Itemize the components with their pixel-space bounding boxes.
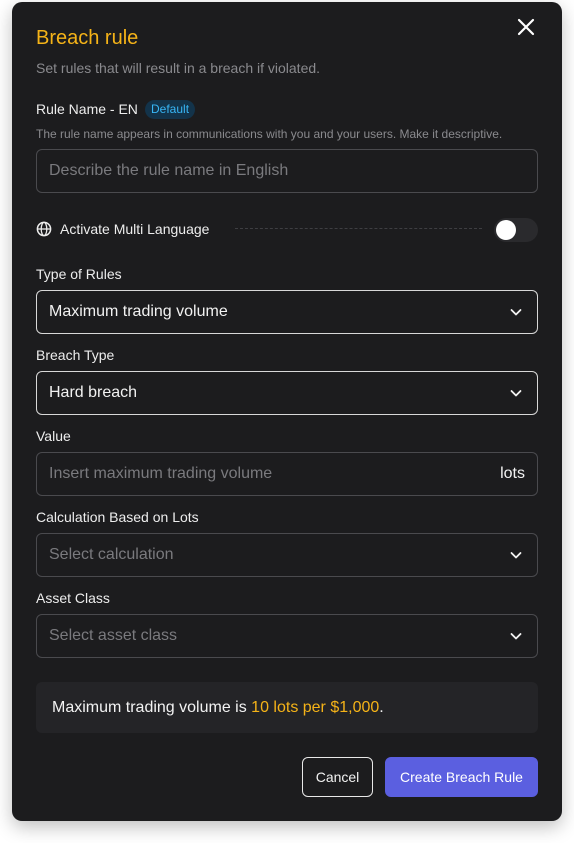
divider	[235, 228, 482, 229]
calculation-select[interactable]: Select calculation	[36, 533, 538, 577]
summary-suffix: .	[379, 699, 384, 716]
create-breach-rule-button[interactable]: Create Breach Rule	[385, 757, 538, 797]
value-placeholder: Insert maximum trading volume	[49, 465, 273, 482]
rule-name-label: Rule Name - EN	[36, 101, 138, 117]
summary-prefix: Maximum trading volume is	[52, 699, 252, 716]
asset-class-label: Asset Class	[36, 590, 110, 606]
multi-language-toggle[interactable]	[494, 218, 538, 242]
rule-name-hint: The rule name appears in communications …	[36, 127, 503, 141]
type-of-rules-select[interactable]: Maximum trading volume	[36, 290, 538, 334]
rule-summary: Maximum trading volume is 10 lots per $1…	[36, 682, 538, 733]
multi-language-label: Activate Multi Language	[60, 221, 210, 237]
value-input[interactable]: Insert maximum trading volume lots	[36, 452, 538, 496]
type-of-rules-label: Type of Rules	[36, 266, 122, 282]
rule-name-placeholder: Describe the rule name in English	[49, 162, 289, 179]
close-button[interactable]	[515, 16, 537, 38]
breach-type-select[interactable]: Hard breach	[36, 371, 538, 415]
calculation-placeholder: Select calculation	[49, 546, 174, 563]
cancel-button[interactable]: Cancel	[302, 757, 373, 797]
type-of-rules-value: Maximum trading volume	[49, 303, 228, 320]
rule-name-input[interactable]: Describe the rule name in English	[36, 149, 538, 193]
globe-icon	[36, 221, 52, 237]
summary-highlight: 10 lots per $1,000	[251, 699, 380, 716]
default-badge: Default	[145, 100, 196, 119]
value-label: Value	[36, 428, 71, 444]
close-icon[interactable]	[515, 16, 537, 38]
chevron-down-icon	[510, 633, 522, 640]
toggle-knob	[496, 220, 516, 240]
dialog-title: Breach rule	[36, 27, 139, 49]
asset-class-select[interactable]: Select asset class	[36, 614, 538, 658]
asset-class-placeholder: Select asset class	[49, 627, 178, 644]
breach-rule-dialog: Breach rule Set rules that will result i…	[12, 2, 562, 821]
calculation-label: Calculation Based on Lots	[36, 509, 199, 525]
summary-text: Maximum trading volume is 10 lots per $1…	[52, 682, 384, 733]
dialog-subtitle: Set rules that will result in a breach i…	[36, 60, 321, 76]
chevron-down-icon	[510, 390, 522, 397]
chevron-down-icon	[510, 309, 522, 316]
lots-suffix: lots	[500, 465, 525, 482]
breach-type-value: Hard breach	[49, 384, 138, 401]
chevron-down-icon	[510, 552, 522, 559]
breach-type-label: Breach Type	[36, 347, 115, 363]
